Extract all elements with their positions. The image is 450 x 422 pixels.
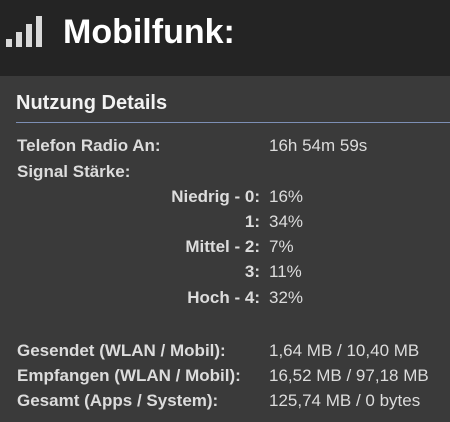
signal-bars-icon	[6, 16, 42, 47]
signal-level-4-value: 32%	[269, 288, 304, 307]
signal-level-2-label: Mittel - 2:	[185, 237, 260, 256]
sent-value: 1,64 MB / 10,40 MB	[269, 341, 420, 360]
received-label: Empfangen (WLAN / Mobil):	[17, 366, 241, 385]
sent-label: Gesendet (WLAN / Mobil):	[17, 341, 226, 360]
total-label: Gesamt (Apps / System):	[17, 391, 219, 410]
signal-level-3-label: 3:	[244, 262, 260, 281]
signal-level-1-value: 34%	[269, 212, 304, 231]
section-divider	[16, 122, 450, 123]
signal-strength-label: Signal Stärke:	[17, 162, 131, 181]
app-header: Mobilfunk:	[0, 0, 450, 76]
signal-level-1-label: 1:	[244, 212, 260, 231]
signal-level-0-value: 16%	[269, 187, 304, 206]
section-title: Nutzung Details	[16, 92, 168, 114]
total-value: 125,74 MB / 0 bytes	[269, 391, 421, 410]
page-title: Mobilfunk:	[63, 13, 235, 51]
signal-level-4-label: Hoch - 4:	[187, 288, 260, 307]
signal-level-3-value: 11%	[269, 262, 302, 281]
radio-on-value: 16h 54m 59s	[269, 136, 368, 155]
received-value: 16,52 MB / 97,18 MB	[269, 366, 429, 385]
signal-level-0-label: Niedrig - 0:	[171, 187, 260, 206]
signal-level-2-value: 7%	[269, 237, 294, 256]
radio-on-label: Telefon Radio An:	[17, 136, 161, 155]
